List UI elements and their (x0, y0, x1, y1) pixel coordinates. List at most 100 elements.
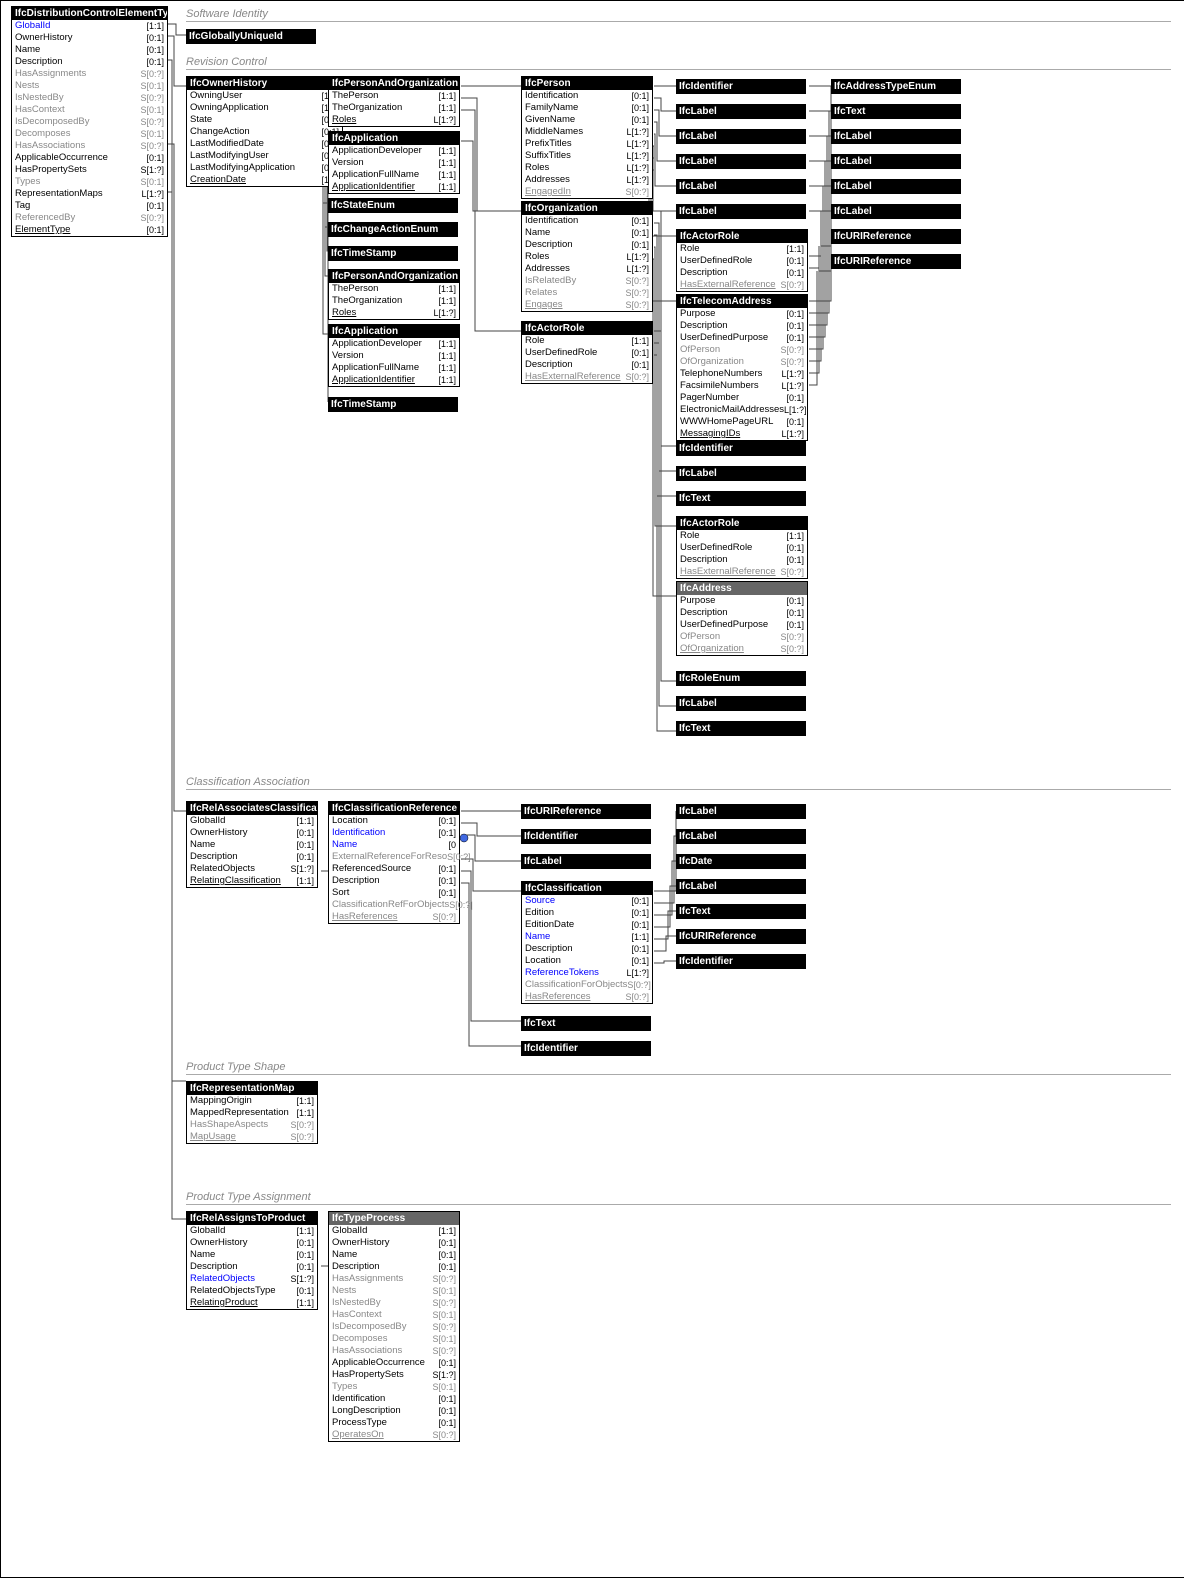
entity-person[interactable]: IfcPersonIdentification[0:1]FamilyName[0… (521, 76, 653, 199)
type-label-15[interactable]: IfcLabel (676, 879, 806, 894)
type-label-7[interactable]: IfcLabel (676, 696, 806, 711)
entity-attribute: IsDecomposedByS[0:?] (329, 1321, 459, 1333)
entity-attribute: HasPropertySetsS[1:?] (329, 1369, 459, 1381)
section-line (186, 21, 1171, 22)
entity-attribute: RelatingProduct[1:1] (187, 1297, 317, 1309)
entity-attribute: TypesS[0:1] (12, 176, 167, 188)
type-stateenum[interactable]: IfcStateEnum (328, 198, 458, 213)
entity-attribute: Sort[0:1] (329, 887, 459, 899)
type-label-5[interactable]: IfcLabel (676, 204, 806, 219)
type-label-14[interactable]: IfcLabel (676, 829, 806, 844)
entity-attribute: AddressesL[1:?] (522, 263, 652, 275)
entity-attribute: HasExternalReferenceS[0:?] (677, 566, 807, 578)
entity-address[interactable]: IfcAddressPurpose[0:1]Description[0:1]Us… (676, 581, 808, 656)
entity-attribute: HasAssignmentsS[0:?] (12, 68, 167, 80)
entity-attribute: ApplicationFullName[1:1] (329, 169, 459, 181)
entity-relassoc-class[interactable]: IfcRelAssociatesClassificationGlobalId[1… (186, 801, 318, 888)
entity-actorrole-3[interactable]: IfcActorRoleRole[1:1]UserDefinedRole[0:1… (676, 516, 808, 579)
entity-application-2[interactable]: IfcApplicationApplicationDeveloper[1:1]V… (328, 324, 460, 387)
entity-attribute: GlobalId[1:1] (187, 815, 317, 827)
type-label-3[interactable]: IfcLabel (676, 154, 806, 169)
entity-attribute: UserDefinedRole[0:1] (677, 255, 807, 267)
entity-root[interactable]: IfcDistributionControlElementTypGlobalId… (11, 6, 168, 237)
entity-attribute: Name[0:1] (329, 1249, 459, 1261)
entity-attribute: Description[0:1] (329, 875, 459, 887)
entity-attribute: Description[0:1] (187, 1261, 317, 1273)
type-label-11[interactable]: IfcLabel (831, 204, 961, 219)
entity-application-1[interactable]: IfcApplicationApplicationDeveloper[1:1]V… (328, 131, 460, 194)
entity-attribute: RolesL[1:?] (329, 307, 459, 319)
type-text-5[interactable]: IfcText (676, 904, 806, 919)
entity-attribute: SuffixTitlesL[1:?] (522, 150, 652, 162)
entity-person-org-1[interactable]: IfcPersonAndOrganizationThePerson[1:1]Th… (328, 76, 460, 127)
type-uri-2[interactable]: IfcURIReference (831, 254, 961, 269)
type-label-1[interactable]: IfcLabel (676, 104, 806, 119)
type-text-4[interactable]: IfcText (521, 1016, 651, 1031)
entity-attribute: Location[0:1] (329, 815, 459, 827)
type-label-9[interactable]: IfcLabel (831, 154, 961, 169)
entity-telecom[interactable]: IfcTelecomAddressPurpose[0:1]Description… (676, 294, 808, 441)
entity-header: IfcOrganization (522, 202, 652, 215)
type-uri-4[interactable]: IfcURIReference (676, 929, 806, 944)
type-timestamp-2[interactable]: IfcTimeStamp (328, 397, 458, 412)
entity-typeprocess[interactable]: IfcTypeProcessGlobalId[1:1]OwnerHistory[… (328, 1211, 460, 1442)
type-identifier-3[interactable]: IfcIdentifier (521, 829, 651, 844)
entity-attribute: Description[0:1] (522, 943, 652, 955)
type-uri-1[interactable]: IfcURIReference (831, 229, 961, 244)
type-identifier-4[interactable]: IfcIdentifier (521, 1041, 651, 1056)
entity-attribute: GlobalId[1:1] (187, 1225, 317, 1237)
entity-classref[interactable]: IfcClassificationReferenceLocation[0:1]I… (328, 801, 460, 924)
type-identifier-1[interactable]: IfcIdentifier (676, 79, 806, 94)
entity-organization[interactable]: IfcOrganizationIdentification[0:1]Name[0… (521, 201, 653, 312)
type-label-13[interactable]: IfcLabel (676, 804, 806, 819)
type-text-3[interactable]: IfcText (831, 104, 961, 119)
entity-attribute: LastModifyingUser[0:1] (187, 150, 342, 162)
entity-attribute: OfOrganizationS[0:?] (677, 356, 807, 368)
type-identifier-5[interactable]: IfcIdentifier (676, 954, 806, 969)
entity-attribute: ElementType[0:1] (12, 224, 167, 236)
entity-attribute: IsNestedByS[0:?] (12, 92, 167, 104)
entity-attribute: Location[0:1] (522, 955, 652, 967)
entity-ownerhistory[interactable]: IfcOwnerHistoryOwningUser[1:1]OwningAppl… (186, 76, 343, 187)
entity-attribute: ReferencedSource[0:1] (329, 863, 459, 875)
section-product-type-shape: Product Type Shape (186, 1061, 285, 1073)
entity-attribute: Identification[0:1] (522, 90, 652, 102)
entity-attribute: Name[1:1] (522, 931, 652, 943)
entity-attribute: OwningApplication[1:1] (187, 102, 342, 114)
entity-attribute: ApplicationDeveloper[1:1] (329, 338, 459, 350)
type-changeaction[interactable]: IfcChangeActionEnum (328, 222, 458, 237)
entity-attribute: Edition[0:1] (522, 907, 652, 919)
type-text-1[interactable]: IfcText (676, 491, 806, 506)
entity-attribute: HasAssignmentsS[0:?] (329, 1273, 459, 1285)
type-label-10[interactable]: IfcLabel (831, 179, 961, 194)
type-label-12[interactable]: IfcLabel (521, 854, 651, 869)
type-date[interactable]: IfcDate (676, 854, 806, 869)
entity-header: IfcTypeProcess (329, 1212, 459, 1225)
type-label-6[interactable]: IfcLabel (676, 466, 806, 481)
entity-attribute: OwningUser[1:1] (187, 90, 342, 102)
entity-attribute: UserDefinedRole[0:1] (522, 347, 652, 359)
entity-relassigns[interactable]: IfcRelAssignsToProductGlobalId[1:1]Owner… (186, 1211, 318, 1310)
entity-attribute: FamilyName[0:1] (522, 102, 652, 114)
entity-person-org-2[interactable]: IfcPersonAndOrganizationThePerson[1:1]Th… (328, 269, 460, 320)
type-roleenum[interactable]: IfcRoleEnum (676, 671, 806, 686)
type-identifier-2[interactable]: IfcIdentifier (676, 441, 806, 456)
entity-repmap[interactable]: IfcRepresentationMapMappingOrigin[1:1]Ma… (186, 1081, 318, 1144)
entity-actorrole-2[interactable]: IfcActorRoleRole[1:1]UserDefinedRole[0:1… (676, 229, 808, 292)
type-label-2[interactable]: IfcLabel (676, 129, 806, 144)
entity-actorrole-1[interactable]: IfcActorRoleRole[1:1]UserDefinedRole[0:1… (521, 321, 653, 384)
type-timestamp-1[interactable]: IfcTimeStamp (328, 246, 458, 261)
type-label-8[interactable]: IfcLabel (831, 129, 961, 144)
type-uri-3[interactable]: IfcURIReference (521, 804, 651, 819)
entity-attribute: Identification[0:1] (329, 1393, 459, 1405)
entity-attribute: UserDefinedPurpose[0:1] (677, 619, 807, 631)
type-label-4[interactable]: IfcLabel (676, 179, 806, 194)
type-text-2[interactable]: IfcText (676, 721, 806, 736)
type-gui[interactable]: IfcGloballyUniqueId (186, 29, 316, 44)
type-addrenum[interactable]: IfcAddressTypeEnum (831, 79, 961, 94)
entity-attribute: EditionDate[0:1] (522, 919, 652, 931)
entity-header: IfcActorRole (677, 230, 807, 243)
entity-attribute: LastModifyingApplication[0:1] (187, 162, 342, 174)
entity-classification[interactable]: IfcClassificationSource[0:1]Edition[0:1]… (521, 881, 653, 1004)
entity-attribute: NestsS[0:1] (12, 80, 167, 92)
